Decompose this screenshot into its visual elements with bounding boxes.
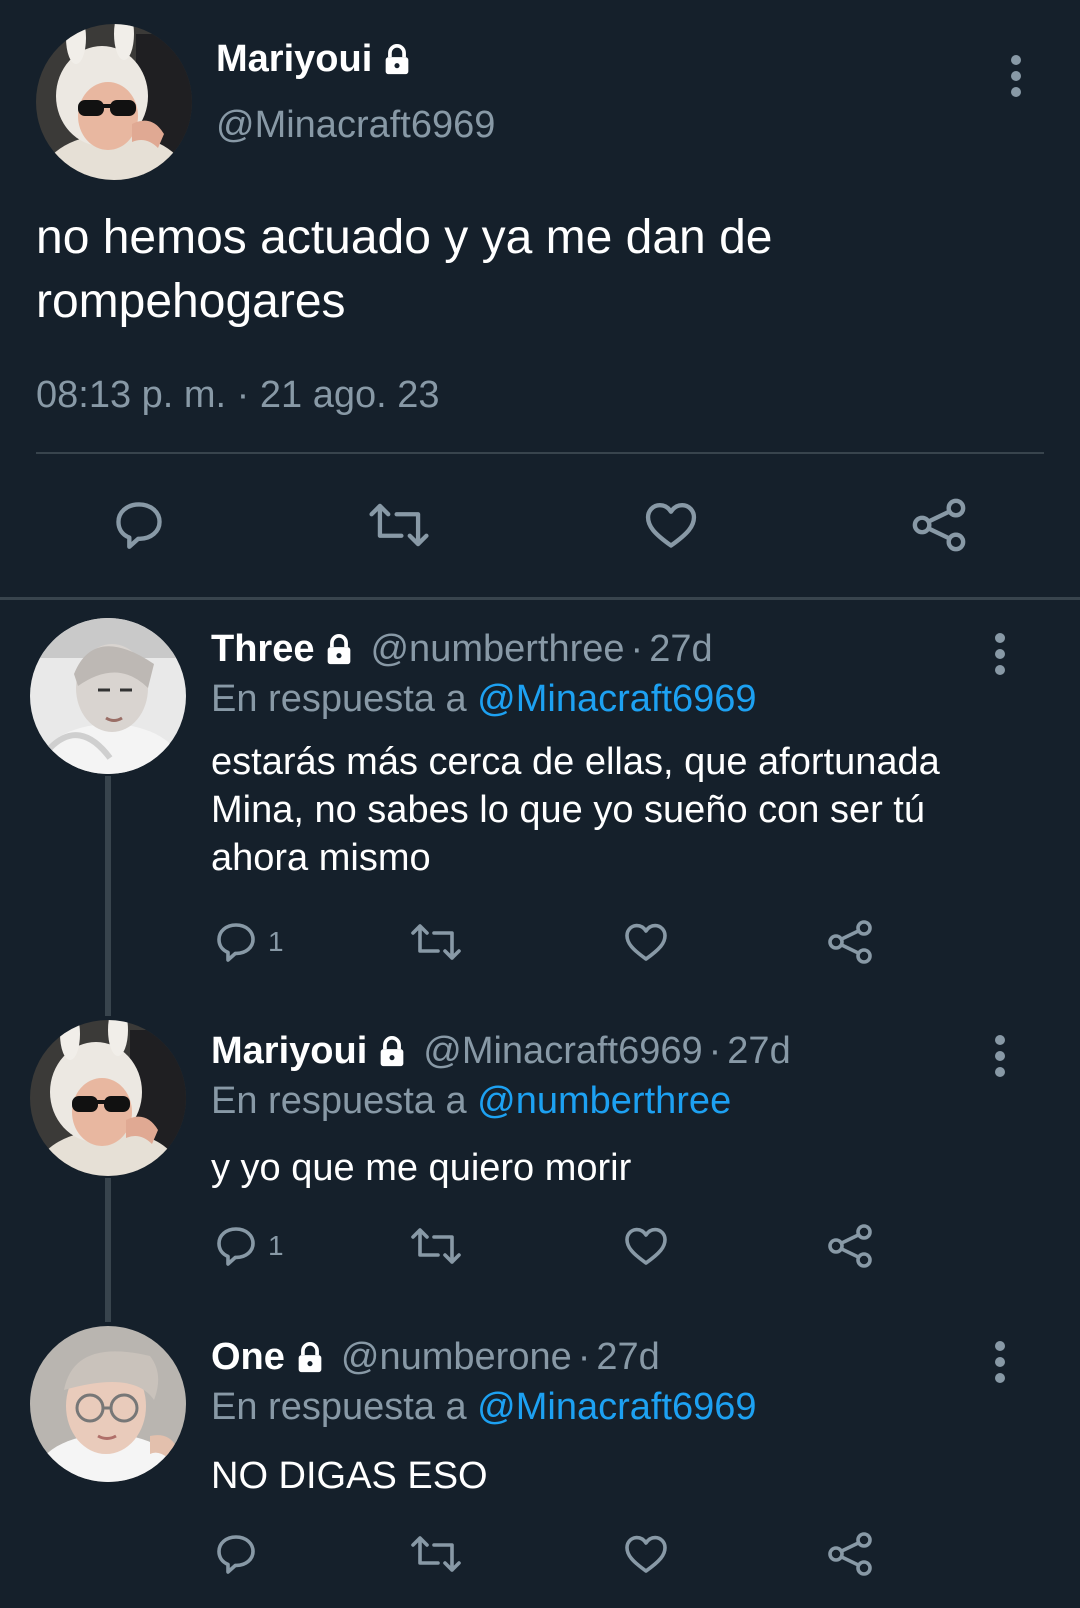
avatar[interactable] [30,1326,186,1482]
reply-icon [212,1530,260,1578]
reply-text: y yo que me quiero morir [211,1147,632,1189]
share-button[interactable] [904,490,974,560]
section-divider [0,597,1080,600]
author-name[interactable]: Mariyoui [211,1030,367,1073]
more-vertical-icon[interactable] [988,1034,1012,1078]
retweet-icon [410,918,462,966]
author-handle[interactable]: @numberone [341,1336,572,1379]
share-button[interactable] [826,1216,874,1276]
reply-icon [212,918,260,966]
lock-icon [375,1035,409,1069]
reply-button[interactable] [212,1524,268,1584]
author-name[interactable]: Three [211,628,314,671]
main-tweet: Mariyoui @Minacraft6969 no hemos actuado… [0,0,1080,600]
reply-button[interactable] [104,490,174,560]
heart-icon [622,1530,670,1578]
lock-icon [293,1341,327,1375]
reply-tweet[interactable]: One @numberone · 27d En respuesta a @Min… [0,1326,1080,1608]
separator-dot: · [577,1336,591,1378]
mention-link[interactable]: @Minacraft6969 [477,1386,756,1428]
retweet-button[interactable] [410,1524,462,1584]
author-name[interactable]: Mariyoui [216,38,372,81]
separator-dot: · [630,628,644,670]
avatar[interactable] [36,24,192,180]
share-button[interactable] [826,912,874,972]
mention-link[interactable]: @Minacraft6969 [477,678,756,720]
like-button[interactable] [636,490,706,560]
tweet-actions [0,490,1080,560]
reply-time[interactable]: 27d [596,1336,659,1379]
reply-text: estarás más cerca de ellas, que afortuna… [211,741,940,879]
tweet-timestamp[interactable]: 08:13 p. m. · 21 ago. 23 [36,374,440,417]
reply-tweet[interactable]: Mariyoui @Minacraft6969 · 27d En respues… [0,1020,1080,1310]
author-name-row[interactable]: Mariyoui [216,38,414,81]
reply-tweet[interactable]: Three @numberthree · 27d En respuesta a … [0,618,1080,998]
lock-icon [380,43,414,77]
heart-icon [642,496,700,554]
in-reply-prefix: En respuesta a [211,1386,467,1428]
more-vertical-icon[interactable] [988,632,1012,676]
tweet-text: no hemos actuado y ya me dan de rompehog… [36,211,773,328]
in-reply-to: En respuesta a @Minacraft6969 [211,1386,757,1429]
reply-button[interactable]: 1 [212,912,284,972]
heart-icon [622,918,670,966]
reply-actions [0,1524,1080,1584]
reply-button[interactable]: 1 [212,1216,284,1276]
heart-icon [622,1222,670,1270]
author-handle[interactable]: @Minacraft6969 [423,1030,702,1073]
share-icon [826,1222,874,1270]
in-reply-to: En respuesta a @numberthree [211,1080,731,1123]
reply-header: Mariyoui @Minacraft6969 · 27d [211,1030,791,1073]
reply-actions: 1 [0,1216,1080,1276]
reply-count: 1 [268,1230,284,1261]
divider [36,452,1044,454]
reply-header: One @numberone · 27d [211,1336,660,1379]
reply-text: NO DIGAS ESO [211,1455,488,1497]
reply-icon [212,1222,260,1270]
retweet-icon [410,1530,462,1578]
more-vertical-icon[interactable] [1004,54,1028,98]
author-handle[interactable]: @Minacraft6969 [216,104,495,147]
share-button[interactable] [826,1524,874,1584]
tweet-detail-page: Mariyoui @Minacraft6969 no hemos actuado… [0,0,1080,1608]
retweet-button[interactable] [410,912,462,972]
separator-dot: · [708,1030,722,1072]
mention-link[interactable]: @numberthree [477,1080,731,1122]
avatar[interactable] [30,1020,186,1176]
reply-header: Three @numberthree · 27d [211,628,713,671]
share-icon [910,496,968,554]
in-reply-prefix: En respuesta a [211,678,467,720]
share-icon [826,918,874,966]
author-name[interactable]: One [211,1336,285,1379]
retweet-button[interactable] [364,490,434,560]
retweet-icon [368,496,430,554]
in-reply-to: En respuesta a @Minacraft6969 [211,678,757,721]
reply-icon [110,496,168,554]
retweet-button[interactable] [410,1216,462,1276]
more-vertical-icon[interactable] [988,1340,1012,1384]
like-button[interactable] [622,1524,670,1584]
in-reply-prefix: En respuesta a [211,1080,467,1122]
like-button[interactable] [622,912,670,972]
lock-icon [322,633,356,667]
share-icon [826,1530,874,1578]
author-handle[interactable]: @numberthree [370,628,624,671]
reply-count: 1 [268,926,284,957]
reply-time[interactable]: 27d [727,1030,790,1073]
retweet-icon [410,1222,462,1270]
like-button[interactable] [622,1216,670,1276]
reply-time[interactable]: 27d [649,628,712,671]
reply-actions: 1 [0,912,1080,972]
avatar[interactable] [30,618,186,774]
